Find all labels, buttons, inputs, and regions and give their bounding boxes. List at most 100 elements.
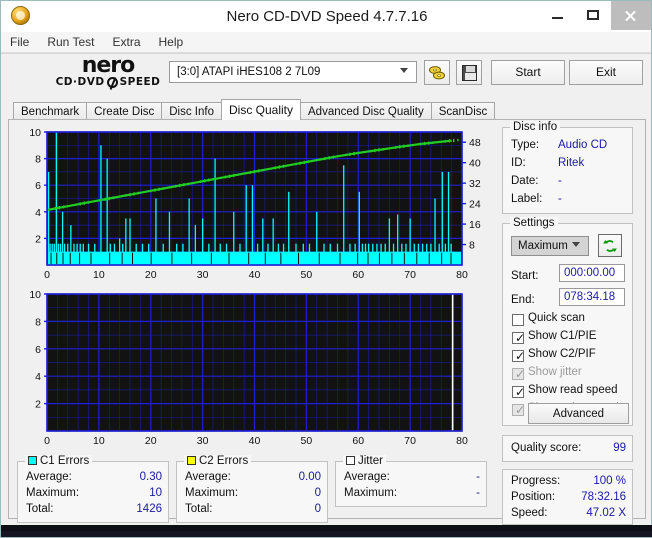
svg-text:6: 6	[35, 180, 41, 192]
quality-score-group: Quality score: 99	[502, 435, 633, 462]
legend-swatch-icon	[187, 456, 196, 465]
disc-info-title: Disc info	[510, 121, 561, 133]
settings-title: Settings	[510, 217, 558, 229]
chevron-down-icon	[572, 242, 581, 251]
drive-select[interactable]: [3:0] ATAPI iHES108 2 7L09	[169, 61, 417, 83]
minimize-button[interactable]	[539, 1, 575, 30]
checkbox-box: ✓	[512, 350, 525, 363]
chevron-down-icon	[400, 68, 409, 77]
svg-text:50: 50	[301, 269, 313, 281]
svg-text:40: 40	[469, 158, 481, 170]
disc-info-label-type: Type:	[511, 139, 540, 151]
floppy-save-icon	[462, 65, 477, 81]
stats-group-title-text: C1 Errors	[40, 455, 90, 467]
svg-text:70: 70	[404, 435, 416, 447]
nero-logo-sub-right: SPEED	[119, 76, 161, 88]
svg-text:60: 60	[352, 269, 364, 281]
position-value: 78:32.16	[581, 491, 626, 503]
end-time-value: 078:34.18	[564, 291, 616, 303]
svg-text:30: 30	[197, 435, 209, 447]
disc-info-value-type: Audio CD	[558, 139, 608, 151]
save-button[interactable]	[456, 60, 482, 85]
c2-errors-chart: 2 4 6 8 10 0 10 20 30 40 50 60 70 80	[17, 289, 487, 453]
svg-text:16: 16	[469, 219, 481, 231]
tab-create-disc[interactable]: Create Disc	[86, 102, 163, 120]
stats-value: 0	[314, 487, 321, 499]
title-bar: Nero CD-DVD Speed 4.7.7.16	[1, 1, 651, 32]
menu-item-extra[interactable]: Extra	[103, 32, 149, 52]
start-time-field[interactable]: 000:00.00	[559, 264, 625, 282]
svg-text:40: 40	[249, 269, 261, 281]
progress-group: Progress: 100 % Position: 78:32.16 Speed…	[502, 469, 633, 525]
svg-text:40: 40	[249, 435, 261, 447]
disc-info-value-label: -	[558, 193, 562, 205]
start-time-value: 000:00.00	[564, 267, 616, 279]
refresh-button[interactable]	[598, 234, 622, 257]
minimize-icon	[552, 17, 563, 19]
c1-errors-chart: 2 4 6 8 10 0 10 20 30 40 50 60 70 80 8 16 24 32 40 48	[17, 127, 487, 289]
disc-drive-button[interactable]	[424, 60, 450, 85]
disc-info-label-id: ID:	[511, 157, 526, 169]
stats-label: Maximum:	[344, 487, 398, 499]
stats-value: 0	[314, 503, 321, 515]
nero-logo: nero CD·DVD SPEED	[38, 53, 178, 94]
exit-button[interactable]: Exit	[569, 60, 643, 85]
window-controls	[539, 1, 651, 30]
close-button[interactable]	[611, 1, 651, 30]
stats-group-jitter: Jitter Average: - Maximum: -	[335, 455, 487, 507]
end-time-field[interactable]: 078:34.18	[559, 288, 625, 306]
checkbox-label: Show read speed	[528, 384, 618, 396]
tab-disc-quality[interactable]: Disc Quality	[221, 99, 302, 120]
svg-text:0: 0	[44, 435, 50, 447]
svg-text:80: 80	[456, 435, 468, 447]
checkbox-label: Quick scan	[528, 312, 585, 324]
menu-item-help[interactable]: Help	[150, 32, 193, 52]
stats-label: Average:	[344, 471, 390, 483]
quality-score-value: 99	[613, 442, 626, 454]
end-time-label: End:	[511, 294, 535, 306]
svg-text:10: 10	[29, 128, 41, 139]
svg-text:8: 8	[35, 316, 41, 328]
stats-label: Maximum:	[185, 487, 239, 499]
speed-value: 47.02 X	[586, 507, 626, 519]
svg-text:32: 32	[469, 178, 481, 190]
advanced-button[interactable]: Advanced	[528, 403, 629, 424]
stats-value: -	[476, 487, 480, 499]
legend-swatch-icon	[346, 456, 355, 465]
svg-text:24: 24	[469, 199, 481, 211]
start-time-label: Start:	[511, 270, 539, 282]
menu-item-run-test[interactable]: Run Test	[38, 32, 103, 52]
speed-label: Speed:	[511, 507, 548, 519]
stats-label: Total:	[185, 503, 213, 515]
svg-text:10: 10	[93, 269, 105, 281]
tab-benchmark[interactable]: Benchmark	[13, 102, 88, 120]
refresh-arrows-icon	[603, 240, 617, 252]
svg-text:80: 80	[456, 269, 468, 281]
taskbar-strip	[1, 531, 652, 537]
menu-item-file[interactable]: File	[1, 32, 38, 52]
svg-text:60: 60	[352, 435, 364, 447]
tab-scandisc[interactable]: ScanDisc	[430, 102, 496, 120]
stats-value: 0.30	[139, 471, 162, 483]
maximize-button[interactable]	[575, 1, 611, 30]
tab-advanced-disc-quality[interactable]: Advanced Disc Quality	[300, 102, 432, 120]
speed-select-value: Maximum	[518, 240, 568, 252]
stats-label: Average:	[26, 471, 72, 483]
checkbox-label: Show C2/PIF	[528, 348, 596, 360]
checkbox-box	[512, 314, 524, 326]
drive-select-value: [3:0] ATAPI iHES108 2 7L09	[177, 66, 321, 78]
checkbox-label: Show C1/PIE	[528, 330, 597, 342]
nero-logo-subtitle: CD·DVD SPEED	[38, 76, 178, 89]
disc-info-label-label: Label:	[511, 193, 543, 205]
speed-select[interactable]: Maximum	[511, 236, 589, 256]
stats-group-title: C2 Errors	[184, 455, 252, 467]
tab-bar: Benchmark Create Disc Disc Info Disc Qua…	[13, 99, 496, 120]
tab-disc-info[interactable]: Disc Info	[161, 102, 222, 120]
stats-value: -	[476, 471, 480, 483]
start-button[interactable]: Start	[491, 60, 565, 85]
nero-slash-icon	[106, 77, 118, 88]
nero-logo-word: nero	[81, 53, 136, 78]
nero-cd-dvd-speed-window: Nero CD-DVD Speed 4.7.7.16 File Run Test…	[0, 0, 652, 538]
svg-text:0: 0	[44, 269, 50, 281]
disc-info-value-date: -	[558, 175, 562, 187]
